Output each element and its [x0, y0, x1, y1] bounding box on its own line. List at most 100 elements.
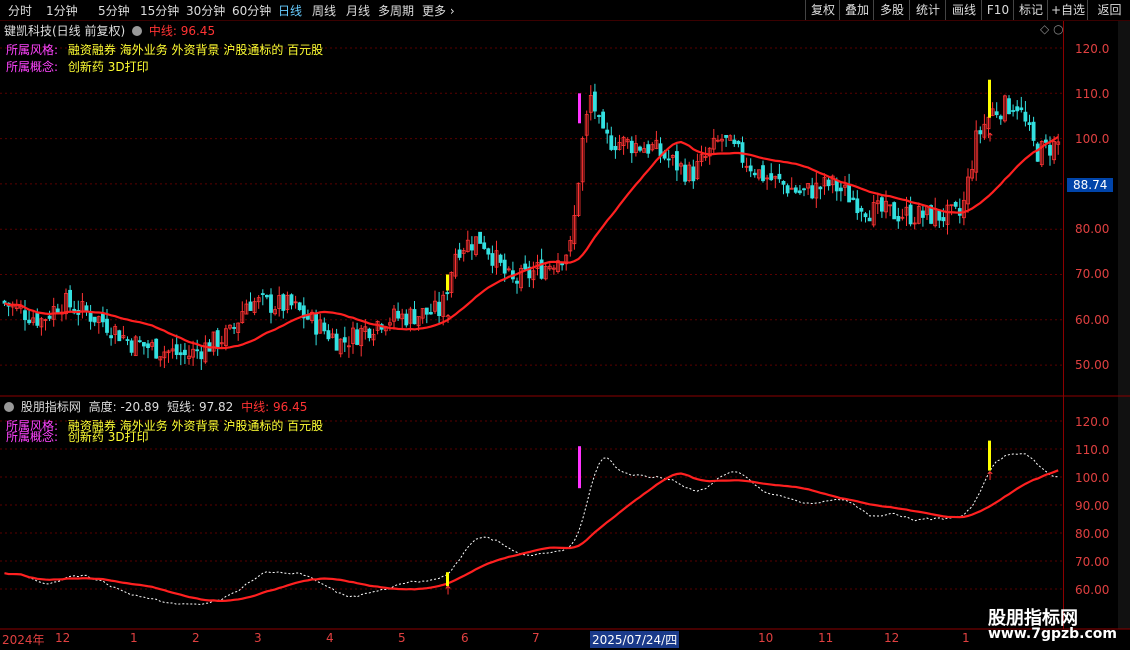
sub-tick: 80.00 [1075, 527, 1110, 541]
candle-body [793, 187, 798, 193]
sub-concept-value: 创新药 3D打印 [67, 430, 149, 444]
candle-body [1019, 107, 1024, 111]
candle-body [174, 344, 179, 355]
candle-body [289, 294, 294, 306]
candle-body [195, 349, 200, 352]
candle-body [732, 139, 737, 144]
candle-body [199, 351, 204, 360]
candle-body [892, 202, 897, 220]
up-arrow-icon: ↑ [443, 312, 453, 326]
candle-body [355, 329, 360, 345]
main-mid-line [4, 135, 1059, 350]
main-mid-label: 中线: [148, 24, 177, 38]
candle-body [605, 129, 610, 134]
date-tick: 4 [326, 631, 334, 645]
candle-body [314, 313, 319, 335]
candle-body [859, 208, 864, 212]
candle-body [498, 254, 503, 263]
candle-body [560, 263, 564, 266]
main-concept-value: 创新药 3D打印 [67, 60, 149, 74]
candle-body [264, 294, 269, 298]
circle-icon[interactable]: ○ [1053, 22, 1063, 36]
candle-body [260, 293, 265, 295]
candle-body [683, 164, 687, 182]
candle-body [1011, 110, 1015, 112]
yellow-signal-bar [988, 440, 991, 471]
candle-body [27, 319, 32, 324]
sub-short-line [4, 453, 1059, 606]
candle-body [937, 210, 942, 221]
candle-body [68, 289, 72, 308]
main-style-value: 融资融券 海外业务 外资背景 沪股通标的 百元股 [67, 43, 324, 57]
price-tick: 70.00 [1075, 267, 1110, 281]
candle-body [502, 259, 507, 274]
candle-body [802, 188, 806, 191]
candle-body [482, 242, 487, 249]
yellow-signal-bar [988, 79, 991, 118]
candle-body [88, 312, 93, 322]
candle-body [1015, 106, 1020, 112]
candle-body [248, 301, 253, 311]
candle-body [847, 184, 851, 203]
main-title-row: 键凯科技(日线 前复权) 中线: 96.45 [4, 22, 215, 39]
sub-dropdown-circle-icon[interactable] [4, 402, 14, 412]
kline-chart[interactable]: ↑ ↑ ↑ ↑ [0, 0, 1130, 650]
watermark-url: www.7gpzb.com [988, 626, 1118, 642]
candle-body [23, 310, 27, 321]
candle-body [896, 216, 901, 222]
date-tick: 12 [884, 631, 900, 645]
sub-tick: 70.00 [1075, 555, 1110, 569]
magenta-signal-bar [578, 446, 581, 489]
diamond-icon[interactable]: ◇ [1040, 22, 1049, 36]
stock-title[interactable]: 键凯科技(日线 前复权) [4, 24, 125, 38]
candle-body [998, 115, 1003, 120]
candle-body [297, 302, 302, 311]
sub-mid-line-path [4, 469, 1059, 603]
current-price-badge: 88.74 [1067, 178, 1114, 192]
candle-body [322, 322, 327, 332]
candle-body [232, 327, 237, 329]
dropdown-circle-icon[interactable] [132, 26, 143, 36]
candle-body [613, 145, 618, 151]
candle-body [994, 111, 999, 116]
candle-body [141, 342, 146, 347]
candle-body [125, 339, 130, 341]
price-tick: 50.00 [1075, 358, 1110, 372]
sub-title[interactable]: 股朋指标网 [21, 400, 81, 414]
candle-body [396, 310, 401, 319]
candle-body [839, 187, 843, 192]
date-tick: 11 [818, 631, 834, 645]
candle-body [154, 338, 159, 359]
candle-body [457, 249, 462, 258]
date-tick: 2024年 [2, 633, 45, 647]
sub-height-label: 高度: [88, 400, 117, 414]
candle-body [105, 318, 109, 333]
date-tick: 5 [398, 631, 406, 645]
candle-body [445, 292, 450, 295]
yellow-signal-bar [446, 274, 449, 291]
short-line-path [4, 453, 1059, 606]
candle-body [404, 313, 409, 326]
sub-tick: 100.0 [1075, 471, 1110, 485]
candle-body [638, 146, 642, 151]
sub-short-value: 97.82 [198, 400, 234, 414]
candle-body [609, 135, 614, 150]
main-concept-label: 所属概念: [6, 60, 59, 74]
date-tick: 1 [130, 631, 138, 645]
date-tick: 10 [758, 631, 774, 645]
main-concept-row: 所属概念: 创新药 3D打印 [6, 58, 149, 75]
candle-body [129, 340, 134, 353]
candle-body [691, 166, 696, 182]
candle-body [785, 185, 790, 194]
candle-body [761, 165, 765, 182]
candle-body [629, 140, 634, 154]
candle-body [777, 173, 782, 180]
sub-concept-row: 所属概念: 创新药 3D打印 [6, 428, 149, 445]
crosshair-date-label: 2025/07/24/四 [590, 631, 680, 648]
up-arrow-icon: ↑ [985, 469, 995, 483]
candle-body [342, 337, 347, 343]
candle-body [921, 210, 925, 218]
candle-body [1035, 143, 1040, 162]
price-tick: 100.0 [1075, 132, 1110, 146]
candle-body [437, 301, 442, 316]
